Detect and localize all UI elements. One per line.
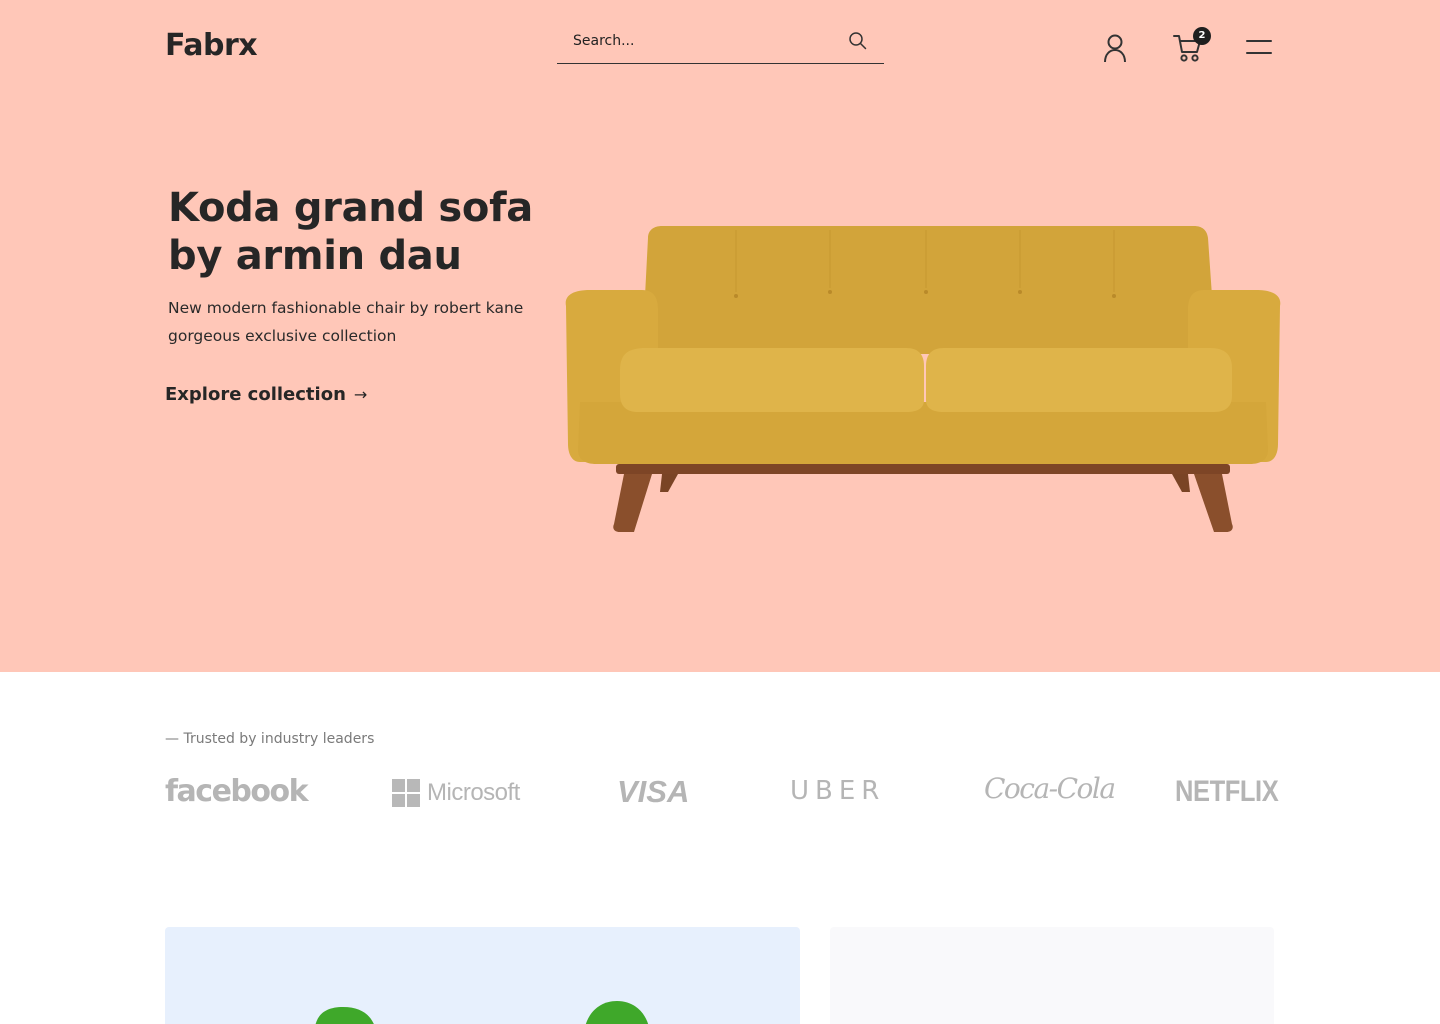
- netflix-logo: NETFLIX: [1175, 775, 1279, 808]
- search-icon[interactable]: [848, 31, 868, 51]
- sofa-image: [560, 222, 1286, 538]
- arrow-right-icon: →: [353, 385, 368, 404]
- hero-subtitle: New modern fashionable chair by robert k…: [168, 299, 524, 345]
- trusted-label: — Trusted by industry leaders: [165, 731, 375, 747]
- menu-icon[interactable]: [1245, 37, 1273, 59]
- cart-count-badge: 2: [1193, 27, 1211, 45]
- chair-image: [315, 1001, 649, 1024]
- search-bar: [557, 22, 884, 64]
- microsoft-grid-icon: [392, 779, 420, 807]
- facebook-logo: facebook: [165, 774, 309, 809]
- product-card[interactable]: [830, 927, 1274, 1024]
- logo[interactable]: Fabrx: [165, 28, 258, 63]
- explore-collection-label: Explore collection: [165, 384, 346, 405]
- hero-section: Fabrx 2 Koda grand sofa by armin dau New…: [0, 0, 1440, 672]
- microsoft-logo: Microsoft: [392, 779, 520, 807]
- visa-logo: VISA: [617, 774, 690, 809]
- hero-title: Koda grand sofa by armin dau: [168, 185, 533, 279]
- explore-collection-link[interactable]: Explore collection →: [165, 384, 367, 405]
- uber-logo: UBER: [790, 776, 886, 806]
- microsoft-logo-text: Microsoft: [427, 779, 520, 806]
- user-icon[interactable]: [1102, 33, 1128, 63]
- product-card[interactable]: [165, 927, 800, 1024]
- coca-cola-logo: Coca-Cola: [984, 772, 1116, 805]
- search-input[interactable]: [557, 22, 837, 60]
